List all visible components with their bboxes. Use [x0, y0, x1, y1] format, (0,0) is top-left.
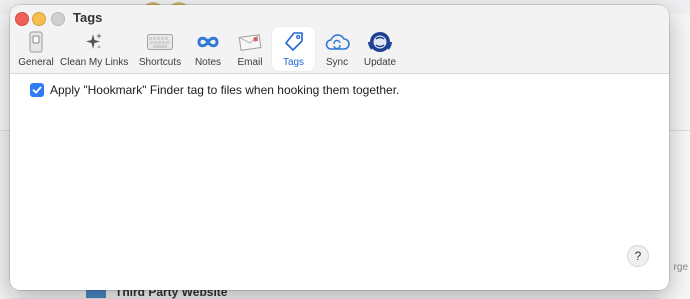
- cloud-sync-icon: [324, 29, 350, 55]
- tab-email[interactable]: Email: [232, 27, 268, 71]
- minimize-window-button[interactable]: [32, 12, 46, 26]
- tab-update[interactable]: Update: [360, 27, 400, 71]
- zoom-window-button[interactable]: [51, 12, 65, 26]
- tab-sync[interactable]: Sync: [320, 27, 354, 71]
- tags-settings-panel: Apply "Hookmark" Finder tag to files whe…: [10, 74, 669, 290]
- infinity-icon: [195, 29, 221, 55]
- tab-tags[interactable]: Tags: [272, 27, 315, 71]
- keyboard-icon: [147, 29, 173, 55]
- window-titlebar: Tags General Clean My Links Shortcuts No…: [10, 5, 669, 74]
- background-partial-text: rge: [673, 262, 688, 273]
- tag-icon: [281, 29, 307, 55]
- tab-label: Shortcuts: [138, 57, 182, 68]
- tab-label: Tags: [282, 57, 305, 68]
- tab-label: Clean My Links: [60, 57, 129, 68]
- envelope-icon: [237, 29, 263, 55]
- tab-label: Sync: [325, 57, 349, 68]
- tab-label: Email: [237, 57, 263, 68]
- tab-general[interactable]: General: [14, 27, 58, 71]
- window-title: Tags: [73, 10, 103, 25]
- preferences-window: Tags General Clean My Links Shortcuts No…: [10, 5, 669, 290]
- finder-tag-option[interactable]: Apply "Hookmark" Finder tag to files whe…: [30, 83, 399, 97]
- tab-label: General: [18, 57, 54, 68]
- update-globe-icon: [367, 29, 393, 55]
- tab-shortcuts[interactable]: Shortcuts: [134, 27, 186, 71]
- tab-label: Notes: [194, 57, 222, 68]
- finder-tag-checkbox[interactable]: [30, 83, 44, 97]
- general-switch-icon: [23, 29, 49, 55]
- checkmark-icon: [32, 86, 42, 94]
- background-panel: [0, 130, 10, 299]
- sparkles-icon: [81, 29, 107, 55]
- preferences-toolbar: General Clean My Links Shortcuts Notes E…: [10, 27, 669, 73]
- close-window-button[interactable]: [15, 12, 29, 26]
- finder-tag-checkbox-label: Apply "Hookmark" Finder tag to files whe…: [50, 83, 400, 97]
- tab-notes[interactable]: Notes: [190, 27, 226, 71]
- help-button[interactable]: ?: [627, 245, 649, 267]
- tab-clean-my-links[interactable]: Clean My Links: [60, 27, 128, 71]
- tab-label: Update: [363, 57, 397, 68]
